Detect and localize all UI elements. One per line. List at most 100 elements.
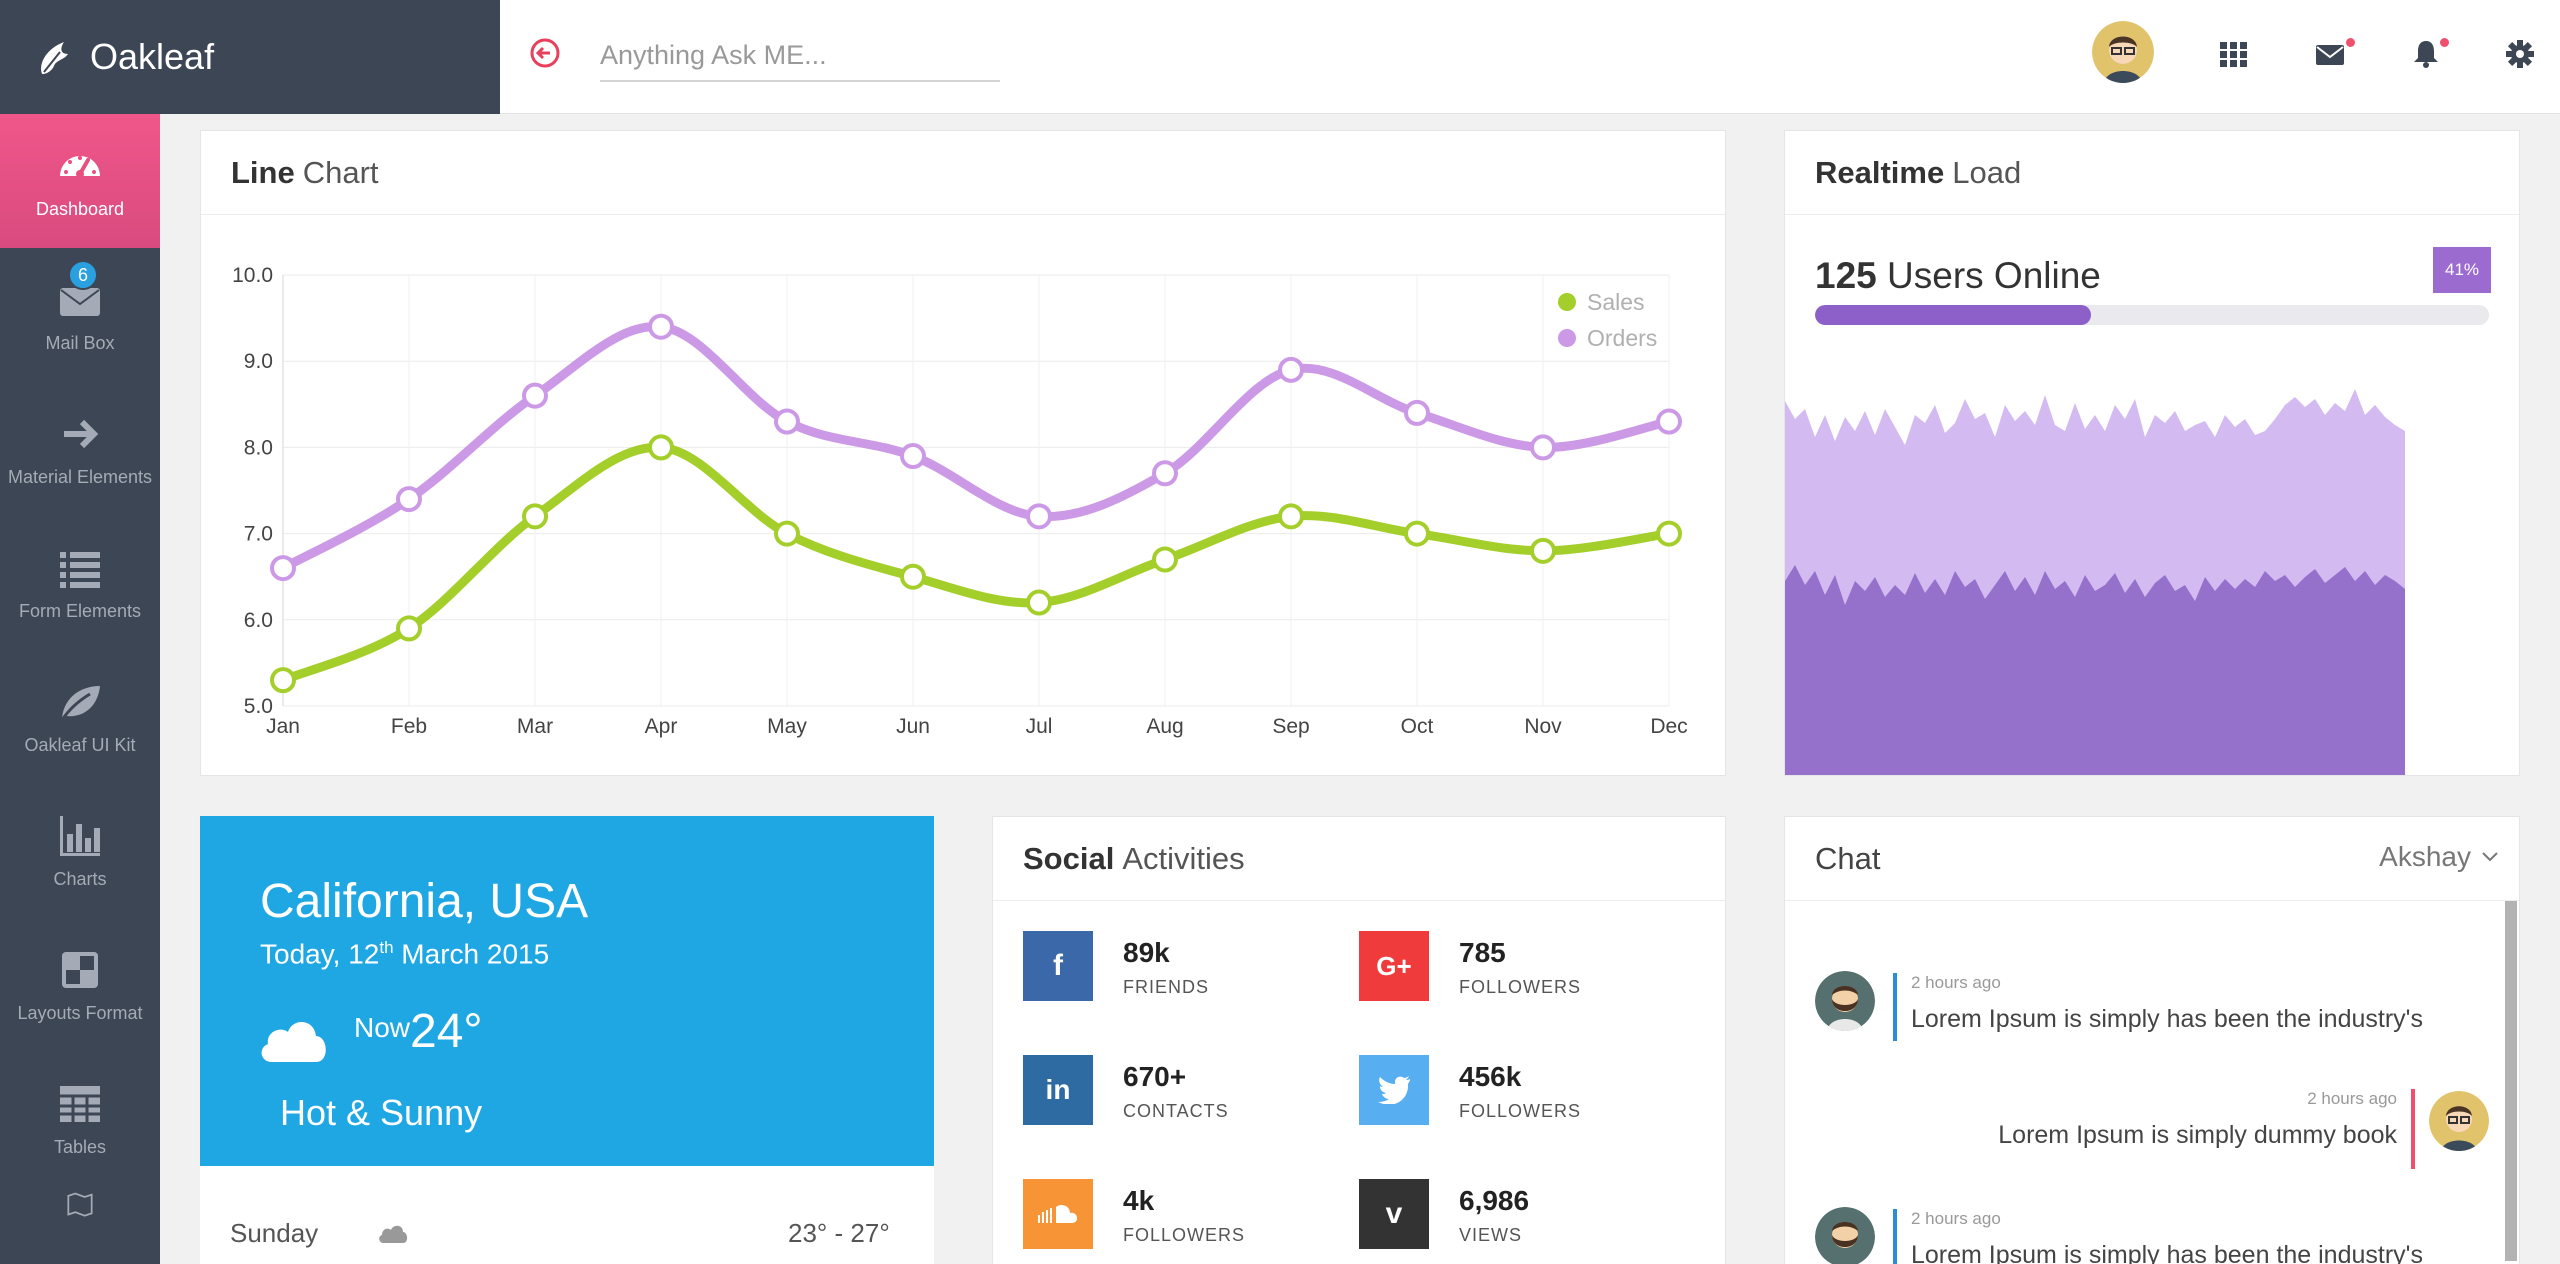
- message-text: Lorem Ipsum is simply has been the indus…: [1911, 1241, 2423, 1264]
- sidebar-item-label: Material Elements: [7, 467, 153, 487]
- app-name: Oakleaf: [90, 36, 215, 77]
- sidebar-item-ui-kit[interactable]: Oakleaf UI Kit: [0, 650, 160, 784]
- brand[interactable]: Oakleaf: [0, 0, 500, 114]
- weather-description: Hot & Sunny: [280, 1092, 483, 1133]
- weather-date-suffix: th: [379, 938, 394, 957]
- sidebar-item-maps[interactable]: [0, 1186, 160, 1226]
- x-tick-label: May: [767, 715, 807, 738]
- x-tick-label: Oct: [1401, 715, 1434, 738]
- bar-chart-icon: [60, 816, 100, 856]
- chat-message: 2 hours ago Lorem Ipsum is simply has be…: [1893, 1209, 2423, 1264]
- social-value: 785: [1459, 937, 1506, 968]
- social-item-soundcloud[interactable]: 4k FOLLOWERS: [1023, 1179, 1323, 1264]
- back-icon[interactable]: [528, 36, 562, 70]
- data-point-sales: [774, 520, 800, 547]
- data-point-orders: [396, 486, 422, 513]
- y-tick-label: 6.0: [244, 609, 273, 632]
- load-progress-fill: [1815, 305, 2092, 325]
- data-point-sales: [270, 667, 296, 694]
- weather-temperature: 24°: [410, 1005, 483, 1058]
- users-count: 125: [1815, 255, 1877, 296]
- gear-icon[interactable]: [2504, 38, 2536, 70]
- sidebar-item-label: Charts: [53, 869, 107, 889]
- chat-panel: Chat Akshay 2 hours ago Lorem Ipsum is s…: [1784, 816, 2520, 1264]
- chat-avatar: [2429, 1091, 2489, 1151]
- line-chart-panel: Line Chart 5.0 6.0 7.0 8.0 9.0 10.0 Jan Feb Mar A…: [200, 130, 1726, 776]
- mail-icon[interactable]: [2314, 38, 2346, 70]
- data-point-orders: [648, 313, 674, 340]
- series-line-sales: [278, 442, 1674, 685]
- bell-notification-dot: [2440, 38, 2449, 47]
- cloud-icon: [379, 1225, 408, 1243]
- users-online: 125 Users Online: [1815, 255, 2101, 297]
- message-time: 2 hours ago: [2307, 1089, 2397, 1108]
- sidebar-item-tables[interactable]: Tables: [0, 1052, 160, 1186]
- sidebar-item-form-elements[interactable]: Form Elements: [0, 516, 160, 650]
- social-label: FRIENDS: [1123, 977, 1210, 997]
- data-point-sales: [1278, 503, 1304, 530]
- table-icon: [60, 1086, 100, 1122]
- title-rest: Chart: [302, 154, 379, 190]
- x-tick-label: Dec: [1650, 715, 1687, 738]
- social-item-linkedin[interactable]: in 670+ CONTACTS: [1023, 1055, 1323, 1155]
- user-avatar[interactable]: [2092, 21, 2154, 83]
- panel-title: Line Chart: [201, 131, 1725, 215]
- sidebar-item-label: Mail Box: [45, 333, 115, 353]
- social-item-vimeo[interactable]: v 6,986 VIEWS: [1359, 1179, 1659, 1264]
- title-rest: Load: [1952, 154, 2022, 190]
- apps-grid-icon[interactable]: [2218, 38, 2250, 70]
- sidebar-item-charts[interactable]: Charts: [0, 784, 160, 918]
- social-label: FOLLOWERS: [1459, 1101, 1582, 1121]
- sidebar: Dashboard Mail Box Material Elements For…: [0, 114, 160, 1264]
- forecast-temperature-range: 23° - 27°: [788, 1218, 890, 1248]
- social-item-twitter[interactable]: 456k FOLLOWERS: [1359, 1055, 1659, 1155]
- message-text: Lorem Ipsum is simply dummy book: [1998, 1121, 2397, 1149]
- mail-notification-dot: [2346, 38, 2355, 47]
- social-label: FOLLOWERS: [1459, 977, 1582, 997]
- sidebar-item-material-elements[interactable]: Material Elements: [0, 382, 160, 516]
- sidebar-item-dashboard[interactable]: Dashboard: [0, 114, 160, 248]
- twitter-icon: [1359, 1055, 1429, 1125]
- data-point-sales: [396, 615, 422, 642]
- data-point-orders: [1152, 460, 1178, 487]
- data-point-orders: [1656, 408, 1682, 435]
- cloud-icon: [261, 1021, 326, 1062]
- chat-title: Chat: [1815, 840, 1881, 876]
- data-point-orders: [1278, 356, 1304, 383]
- message-time: 2 hours ago: [1911, 1209, 2001, 1228]
- social-item-facebook[interactable]: f 89k FRIENDS: [1023, 931, 1323, 1031]
- soundcloud-icon: [1023, 1179, 1093, 1249]
- mailbox-badge: 6: [68, 260, 98, 290]
- title-bold: Realtime: [1815, 154, 1945, 190]
- data-point-orders: [522, 382, 548, 409]
- social-label: VIEWS: [1459, 1225, 1523, 1245]
- logo-icon: [41, 42, 68, 74]
- chat-message: 2 hours ago Lorem Ipsum is simply dummy …: [1998, 1089, 2415, 1169]
- search-input[interactable]: [600, 30, 1000, 82]
- weather-card: California, USA Today, 12th March 2015 N…: [200, 816, 934, 1166]
- sidebar-item-layouts-format[interactable]: Layouts Format: [0, 918, 160, 1052]
- data-point-sales: [1530, 537, 1556, 564]
- data-point-orders: [774, 408, 800, 435]
- data-point-sales: [1404, 520, 1430, 547]
- title-bold: Line: [231, 154, 295, 190]
- chat-user-select[interactable]: Akshay: [2379, 841, 2499, 873]
- chat-avatar: [1815, 971, 1875, 1031]
- sidebar-item-label: Tables: [53, 1137, 107, 1157]
- sidebar-item-label: Dashboard: [35, 199, 125, 219]
- sidebar-item-label: Oakleaf UI Kit: [24, 735, 136, 755]
- social-panel: Social Activities f 89k FRIENDS G+ 785 F…: [992, 816, 1726, 1264]
- bell-icon[interactable]: [2410, 38, 2442, 70]
- x-tick-label: Sep: [1272, 715, 1309, 738]
- y-tick-label: 9.0: [244, 350, 273, 373]
- title-bold: Social: [1023, 840, 1115, 876]
- x-tick-label: Aug: [1146, 715, 1183, 738]
- social-item-google-plus[interactable]: G+ 785 FOLLOWERS: [1359, 931, 1659, 1031]
- weather-date-month: March 2015: [393, 938, 550, 970]
- x-tick-label: Mar: [517, 715, 553, 738]
- data-point-orders: [900, 443, 926, 470]
- google-plus-icon: G+: [1359, 931, 1429, 1001]
- title-rest: Activities: [1122, 840, 1245, 876]
- chat-scrollbar[interactable]: [2505, 901, 2517, 1261]
- weather-date-day: Today, 12: [260, 938, 380, 970]
